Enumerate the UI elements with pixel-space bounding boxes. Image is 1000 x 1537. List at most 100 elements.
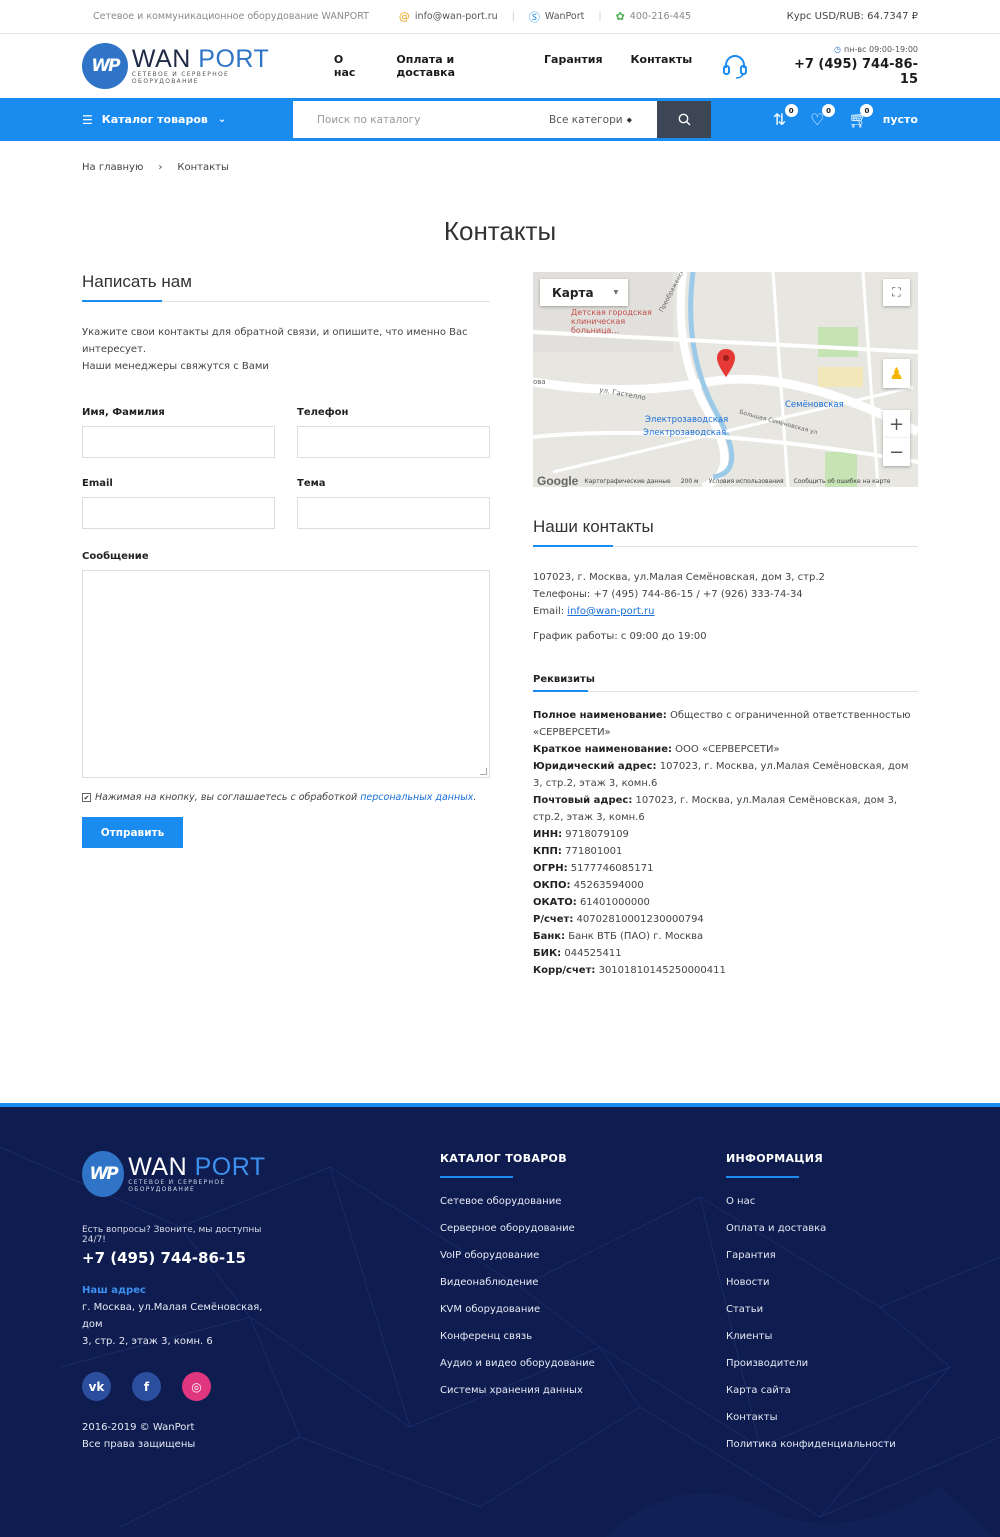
at-icon: @: [398, 10, 410, 23]
requisite-row: Юридический адрес: 107023, г. Москва, ул…: [533, 761, 909, 789]
contact-email-link[interactable]: info@wan-port.ru: [567, 606, 654, 617]
submit-button[interactable]: Отправить: [82, 817, 183, 848]
zoom-in-button[interactable]: +: [883, 410, 910, 438]
chevron-down-icon: ⌄: [217, 114, 227, 125]
fullscreen-icon: ⛶: [892, 285, 901, 299]
site-logo[interactable]: WP WAN PORT сетевое и серверное оборудов…: [82, 43, 299, 89]
map-label: ова: [533, 378, 546, 386]
breadcrumb-current: Контакты: [177, 162, 229, 173]
nav-about[interactable]: О нас: [334, 53, 369, 79]
requisite-row: ИНН: 9718079109: [533, 829, 629, 840]
email-label: Email: [82, 478, 113, 489]
wishlist-count: 0: [822, 104, 836, 117]
phone-field[interactable]: [297, 426, 490, 458]
address: 107023, г. Москва, ул.Малая Семёновская,…: [533, 572, 825, 583]
google-logo: Google: [537, 474, 579, 487]
breadcrumb-home[interactable]: На главную: [82, 162, 143, 173]
contact-form: Написать нам Укажите свои контакты для о…: [82, 272, 490, 848]
form-intro: Укажите свои контакты для обратной связи…: [82, 327, 468, 372]
form-title: Написать нам: [82, 272, 490, 302]
wishlist-button[interactable]: ♡ 0: [810, 104, 836, 129]
footer-link[interactable]: VoIP оборудование: [440, 1250, 539, 1261]
map-marker-icon[interactable]: [717, 349, 735, 377]
cart-button[interactable]: 🛒︎ 0 пусто: [848, 104, 918, 129]
header: WP WAN PORT сетевое и серверное оборудов…: [0, 34, 1000, 98]
street-view-button[interactable]: ♟: [883, 359, 910, 388]
nav-contacts[interactable]: Контакты: [631, 53, 693, 79]
footer-link[interactable]: Новости: [726, 1277, 769, 1288]
footer-link[interactable]: KVM оборудование: [440, 1304, 540, 1315]
footer-link[interactable]: Сетевое оборудование: [440, 1196, 561, 1207]
footer-link[interactable]: Политика конфиденциальности: [726, 1439, 896, 1450]
footer-link[interactable]: Оплата и доставка: [726, 1223, 826, 1234]
email-link[interactable]: @ info@wan-port.ru: [399, 10, 498, 23]
headset-icon[interactable]: [720, 51, 750, 81]
tagline: Сетевое и коммуникационное оборудование …: [93, 11, 369, 22]
dropdown-arrow-icon: ◆: [626, 115, 632, 124]
footer-link[interactable]: Аудио и видео оборудование: [440, 1358, 595, 1369]
icq-icon: ✿: [615, 10, 625, 23]
requisites-title: Реквизиты: [533, 674, 918, 692]
contacts-column: Детская городская клиническая больница..…: [533, 272, 918, 979]
subject-label: Тема: [297, 478, 326, 489]
search-button[interactable]: [657, 101, 711, 138]
footer-phone[interactable]: +7 (495) 744-86-15: [82, 1249, 282, 1267]
footer-address: г. Москва, ул.Малая Семёновская, дом 3, …: [82, 1302, 263, 1347]
vk-icon[interactable]: vk: [82, 1372, 111, 1401]
breadcrumb: На главную › Контакты: [82, 162, 229, 173]
requisite-row: Корр/счет: 30101810145250000411: [533, 965, 726, 976]
header-phone[interactable]: +7 (495) 744-86-15: [776, 57, 918, 87]
footer-logo[interactable]: WP WAN PORT сетевое и серверное оборудов…: [82, 1151, 282, 1197]
minus-icon: −: [888, 441, 905, 463]
map-label: Электрозаводская: [643, 428, 727, 438]
cart-count: 0: [860, 104, 874, 117]
message-textarea[interactable]: [82, 570, 490, 778]
footer-catalog: КАТАЛОГ ТОВАРОВ Сетевое оборудование Сер…: [440, 1152, 595, 1412]
requisite-row: Почтовый адрес: 107023, г. Москва, ул.Ма…: [533, 795, 897, 823]
personal-data-link[interactable]: персональных данных: [360, 792, 473, 803]
google-map[interactable]: Детская городская клиническая больница..…: [533, 272, 918, 487]
instagram-icon[interactable]: ◎: [182, 1372, 211, 1401]
footer-link[interactable]: Клиенты: [726, 1331, 772, 1342]
footer-link[interactable]: Видеонаблюдение: [440, 1277, 538, 1288]
top-bar: Сетевое и коммуникационное оборудование …: [0, 0, 1000, 34]
compare-button[interactable]: ⇅ 0: [773, 104, 798, 129]
footer-link[interactable]: Карта сайта: [726, 1385, 791, 1396]
map-footer: Google Картографические данные 200 м Усл…: [537, 474, 891, 487]
map-scale: 200 м: [680, 477, 699, 485]
page-title: Контакты: [443, 216, 557, 246]
contact-info: 107023, г. Москва, ул.Малая Семёновская,…: [533, 569, 918, 620]
footer-question: Есть вопросы? Звоните, мы доступны 24/7!: [82, 1225, 262, 1245]
search-input[interactable]: [293, 101, 549, 138]
footer-link[interactable]: Гарантия: [726, 1250, 776, 1261]
compare-count: 0: [784, 104, 798, 117]
footer-link[interactable]: Контакты: [726, 1412, 777, 1423]
nav-payment-delivery[interactable]: Оплата и доставка: [396, 53, 516, 79]
phones: Телефоны: +7 (495) 744-86-15 / +7 (926) …: [533, 589, 803, 600]
logo-mark: WP: [82, 43, 128, 89]
name-field[interactable]: [82, 426, 275, 458]
footer-link[interactable]: Статьи: [726, 1304, 763, 1315]
category-select[interactable]: Все категори ◆: [549, 101, 657, 138]
requisite-row: БИК: 044525411: [533, 948, 622, 959]
footer-link[interactable]: Системы хранения данных: [440, 1385, 583, 1396]
fullscreen-button[interactable]: ⛶: [883, 279, 910, 306]
search-icon: [678, 113, 690, 126]
map-label: Семёновская: [785, 400, 844, 410]
footer-link[interactable]: Конференц связь: [440, 1331, 532, 1342]
name-label: Имя, Фамилия: [82, 407, 165, 418]
facebook-icon[interactable]: f: [132, 1372, 161, 1401]
footer-link[interactable]: Серверное оборудование: [440, 1223, 575, 1234]
footer-link[interactable]: О нас: [726, 1196, 755, 1207]
requisites-list: Полное наименование: Общество с ограниче…: [533, 707, 918, 979]
map-label: Электрозаводская: [645, 415, 729, 425]
skype-link[interactable]: Ⓢ WanPort: [529, 9, 584, 25]
subject-field[interactable]: [297, 497, 490, 529]
email-field[interactable]: [82, 497, 275, 529]
catalog-menu-button[interactable]: ☰ Каталог товаров ⌄: [82, 113, 293, 127]
map-type-select[interactable]: Карта ▼: [540, 279, 628, 306]
footer-link[interactable]: Производители: [726, 1358, 808, 1369]
zoom-out-button[interactable]: −: [883, 438, 910, 466]
consent-checkbox[interactable]: ✔: [82, 793, 91, 802]
nav-warranty[interactable]: Гарантия: [544, 53, 602, 79]
